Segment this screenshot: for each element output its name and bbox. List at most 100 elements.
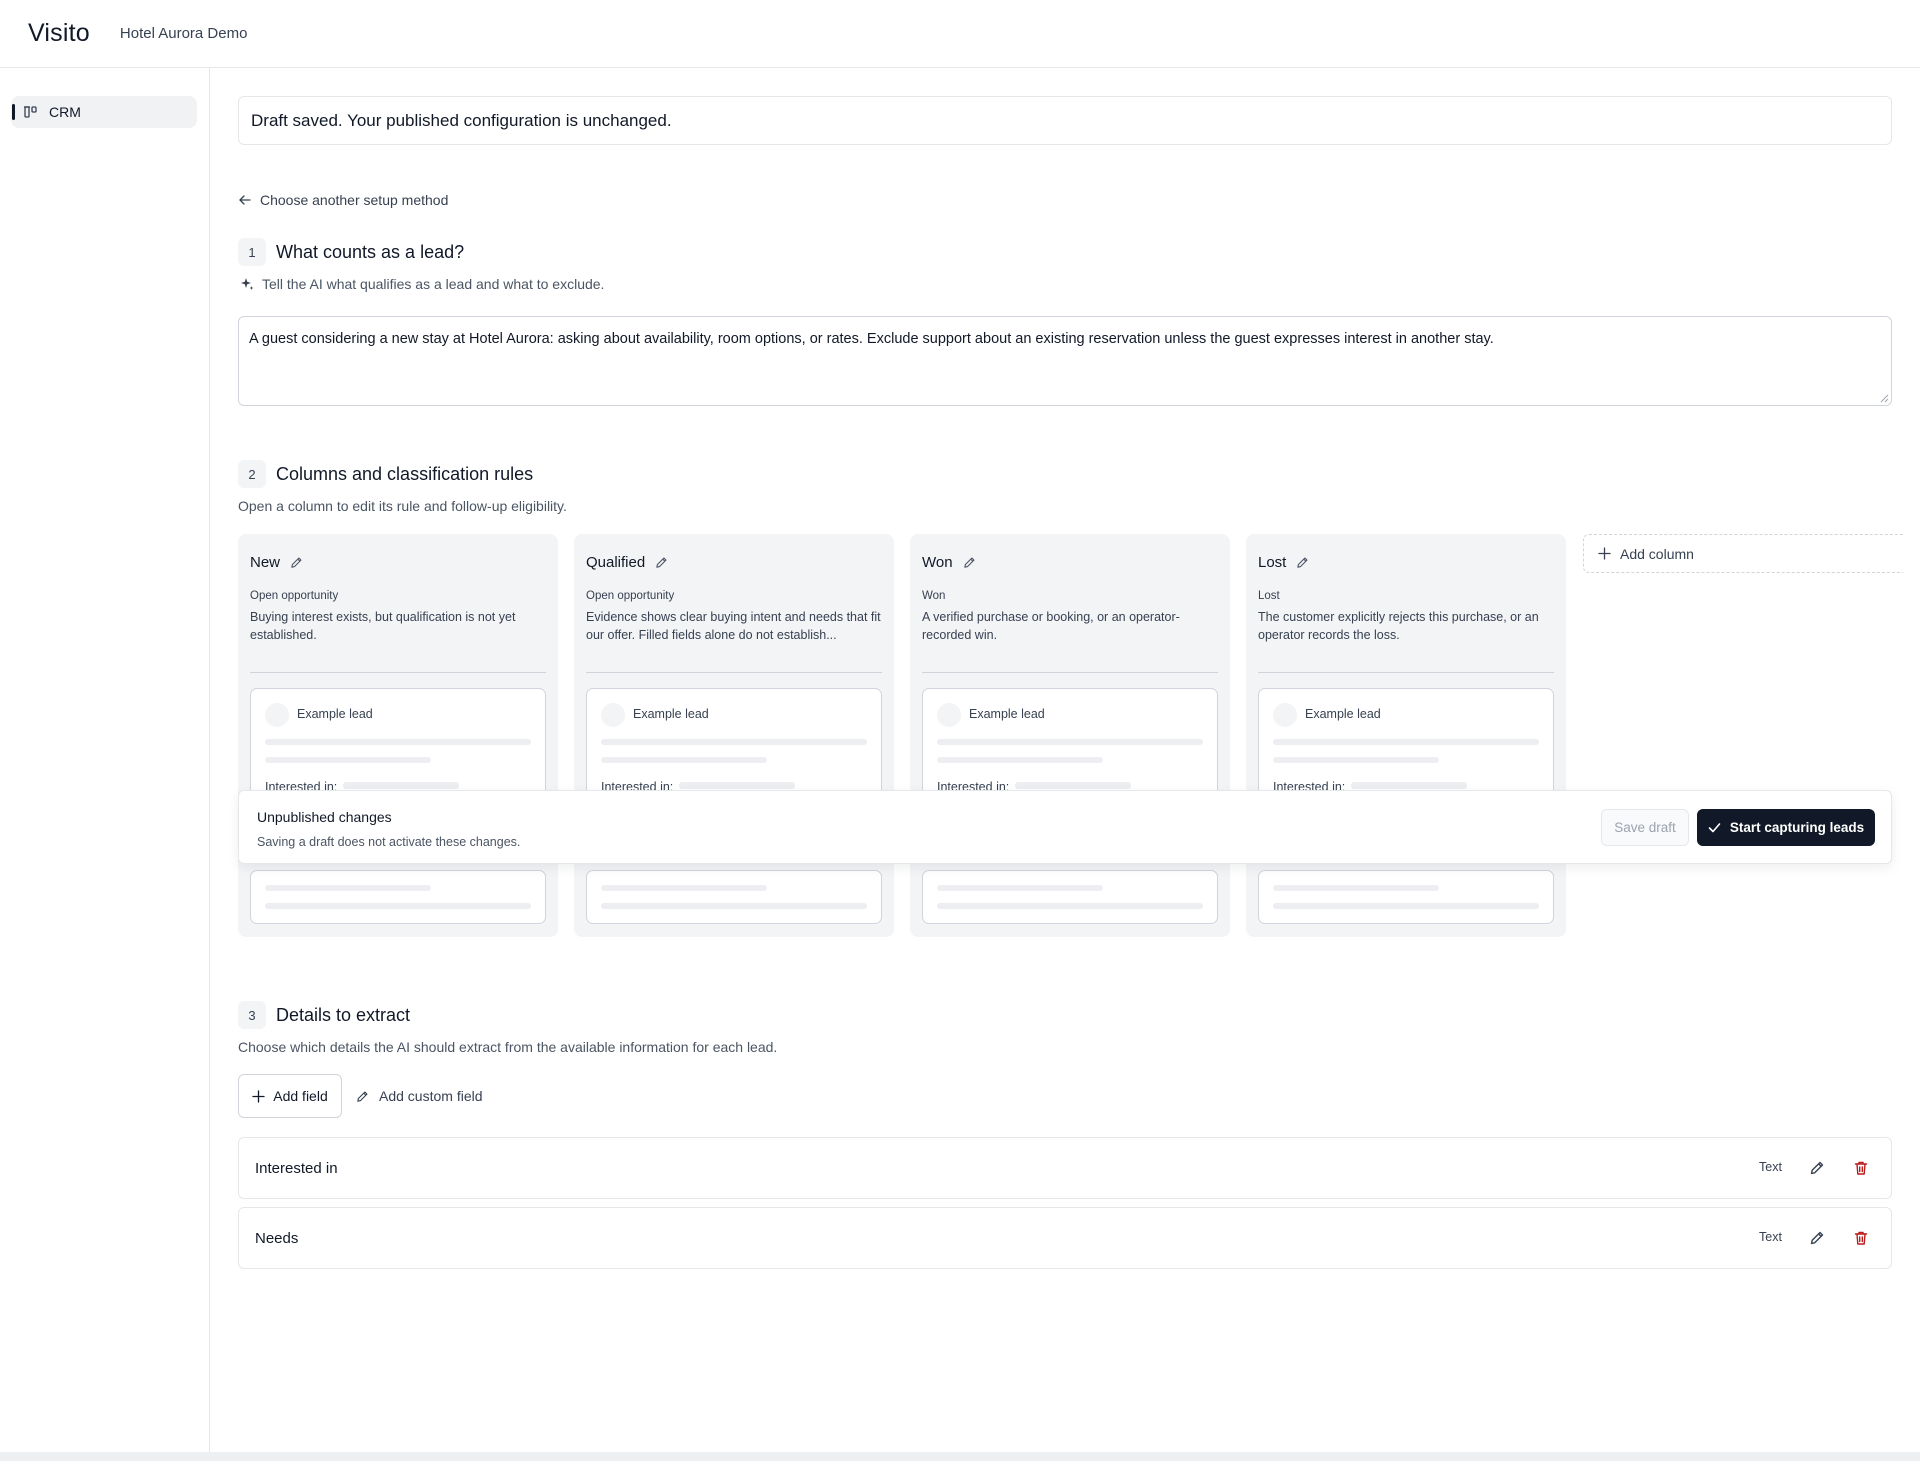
edit-pencil-icon[interactable] xyxy=(1809,1230,1825,1246)
column-name: Won xyxy=(922,554,953,571)
field-row-needs[interactable]: Needs Text xyxy=(238,1207,1892,1269)
main-content: Draft saved. Your published configuratio… xyxy=(238,0,1903,1452)
arrow-left-icon xyxy=(239,195,251,205)
column-header[interactable]: New xyxy=(250,554,303,571)
ai-hint-text: Tell the AI what qualifies as a lead and… xyxy=(262,276,605,292)
example-lead-name: Example lead xyxy=(1305,707,1381,721)
section-title-columns: Columns and classification rules xyxy=(276,464,534,484)
section-number-2: 2 xyxy=(238,460,266,488)
start-capturing-leads-button[interactable]: Start capturing leads xyxy=(1697,809,1875,846)
column-description: A verified purchase or booking, or an op… xyxy=(922,610,1180,642)
skeleton-line xyxy=(937,903,1203,909)
save-draft-button[interactable]: Save draft xyxy=(1601,809,1689,846)
active-indicator xyxy=(12,104,15,120)
example-lead-card-2 xyxy=(922,870,1218,924)
avatar xyxy=(601,703,625,727)
column-description: The customer explicitly rejects this pur… xyxy=(1258,610,1539,642)
skeleton-line xyxy=(937,739,1203,745)
plus-icon xyxy=(1598,547,1611,560)
lead-definition-text: A guest considering a new stay at Hotel … xyxy=(249,331,1494,347)
brand-logo[interactable]: Visito xyxy=(28,19,90,48)
example-lead-card-2 xyxy=(1258,870,1554,924)
column-header[interactable]: Lost xyxy=(1258,554,1309,571)
skeleton-line xyxy=(601,885,767,891)
add-field-label: Add field xyxy=(273,1088,328,1104)
column-name: New xyxy=(250,554,281,571)
skeleton-line xyxy=(265,903,531,909)
pencil-icon[interactable] xyxy=(655,556,668,569)
draft-saved-notice: Draft saved. Your published configuratio… xyxy=(238,96,1892,145)
field-row-interested-in[interactable]: Interested in Text xyxy=(238,1137,1892,1199)
field-name: Interested in xyxy=(255,1159,338,1177)
example-lead-name: Example lead xyxy=(633,707,709,721)
crm-icon xyxy=(24,106,37,118)
skeleton-line xyxy=(343,782,459,789)
divider xyxy=(922,672,1218,673)
column-description: Evidence shows clear buying intent and n… xyxy=(586,610,881,642)
skeleton-line xyxy=(937,757,1103,763)
column-name: Lost xyxy=(1258,554,1287,571)
section-number-3: 3 xyxy=(238,1001,266,1029)
bottom-scroll-strip xyxy=(0,1452,1920,1461)
example-lead-card-2 xyxy=(586,870,882,924)
section-title-details: Details to extract xyxy=(276,1005,411,1025)
sparkle-icon xyxy=(241,278,254,290)
skeleton-line xyxy=(265,739,531,745)
pencil-icon[interactable] xyxy=(963,556,976,569)
add-custom-field-button[interactable]: Add custom field xyxy=(356,1074,496,1118)
skeleton-line xyxy=(601,757,767,763)
start-capturing-leads-label: Start capturing leads xyxy=(1729,820,1865,835)
resize-grip-icon[interactable] xyxy=(1880,394,1889,403)
section-number-1: 1 xyxy=(238,238,266,266)
example-lead-name: Example lead xyxy=(969,707,1045,721)
add-column-button[interactable]: Add column xyxy=(1583,534,1903,573)
sidebar: CRM xyxy=(0,68,210,1452)
column-won[interactable]: Won Won A verified purchase or booking, … xyxy=(910,534,1230,937)
trash-icon[interactable] xyxy=(1853,1230,1869,1246)
example-lead-name: Example lead xyxy=(297,707,373,721)
column-header[interactable]: Qualified xyxy=(586,554,668,571)
field-type: Text xyxy=(1759,1230,1782,1244)
skeleton-line xyxy=(1273,903,1539,909)
skeleton-line xyxy=(601,903,867,909)
divider xyxy=(586,672,882,673)
skeleton-line xyxy=(1273,757,1439,763)
sidebar-item-crm[interactable]: CRM xyxy=(11,96,197,128)
skeleton-line xyxy=(679,782,795,789)
skeleton-line xyxy=(1273,739,1539,745)
edit-pencil-icon[interactable] xyxy=(1809,1160,1825,1176)
column-lost[interactable]: Lost Lost The customer explicitly reject… xyxy=(1246,534,1566,937)
column-header[interactable]: Won xyxy=(922,554,976,571)
pencil-icon[interactable] xyxy=(290,556,303,569)
add-column-label: Add column xyxy=(1620,545,1694,562)
column-qualified[interactable]: Qualified Open opportunity Evidence show… xyxy=(574,534,894,937)
unpublished-changes-bar: Unpublished changes Saving a draft does … xyxy=(238,790,1892,864)
add-field-button[interactable]: Add field xyxy=(238,1074,342,1118)
trash-icon[interactable] xyxy=(1853,1160,1869,1176)
avatar xyxy=(265,703,289,727)
pencil-icon[interactable] xyxy=(1296,556,1309,569)
skeleton-line xyxy=(1273,885,1439,891)
section-subtitle-details: Choose which details the AI should extra… xyxy=(238,1039,778,1055)
unpublished-title: Unpublished changes xyxy=(257,809,392,825)
example-lead-card-2 xyxy=(250,870,546,924)
column-new[interactable]: New Open opportunity Buying interest exi… xyxy=(238,534,558,937)
skeleton-line xyxy=(1015,782,1131,789)
column-type: Won xyxy=(922,590,946,602)
skeleton-line xyxy=(601,739,867,745)
back-link[interactable]: Choose another setup method xyxy=(238,192,448,208)
lead-definition-textarea[interactable]: A guest considering a new stay at Hotel … xyxy=(238,316,1892,406)
skeleton-line xyxy=(265,885,431,891)
skeleton-line xyxy=(265,757,431,763)
back-link-label: Choose another setup method xyxy=(260,192,449,208)
avatar xyxy=(937,703,961,727)
unpublished-subtitle: Saving a draft does not activate these c… xyxy=(257,835,521,849)
skeleton-line xyxy=(1351,782,1467,789)
skeleton-line xyxy=(937,885,1103,891)
section-title-lead: What counts as a lead? xyxy=(276,242,465,262)
section-subtitle-columns: Open a column to edit its rule and follo… xyxy=(238,498,567,514)
ai-hint: Tell the AI what qualifies as a lead and… xyxy=(240,276,604,292)
field-name: Needs xyxy=(255,1229,299,1247)
avatar xyxy=(1273,703,1297,727)
divider xyxy=(1258,672,1554,673)
